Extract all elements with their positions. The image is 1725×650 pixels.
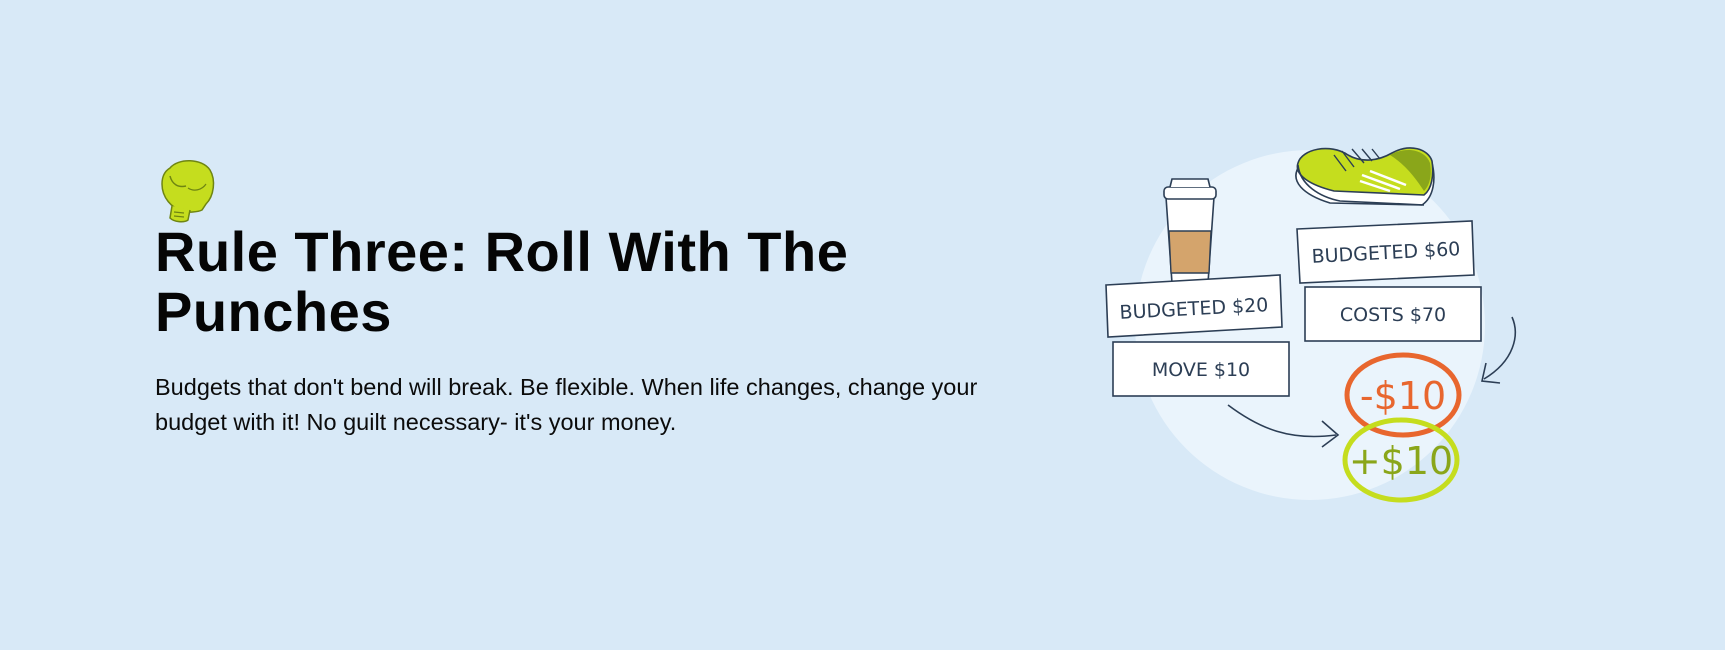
label-move-10: MOVE $10 bbox=[1112, 341, 1290, 397]
budget-illustration: BUDGETED $20 MOVE $10 BUDGETED $60 COSTS… bbox=[1105, 147, 1516, 503]
coffee-cup-icon bbox=[1163, 178, 1217, 287]
boxing-glove-icon bbox=[161, 160, 215, 223]
arrow-icon bbox=[1481, 316, 1516, 384]
page-title: Rule Three: Roll With The Punches bbox=[155, 220, 849, 343]
rule-description: Budgets that don't bend will break. Be f… bbox=[155, 374, 978, 435]
label-budgeted-20: BUDGETED $20 bbox=[1105, 274, 1283, 338]
label-costs-70: COSTS $70 bbox=[1304, 286, 1482, 342]
svg-text:COSTS $70: COSTS $70 bbox=[1340, 304, 1446, 326]
svg-text:+$10: +$10 bbox=[1349, 439, 1453, 483]
label-budgeted-60: BUDGETED $60 bbox=[1296, 220, 1475, 284]
svg-text:-$10: -$10 bbox=[1360, 374, 1446, 418]
sneaker-icon bbox=[1295, 147, 1435, 206]
svg-text:MOVE $10: MOVE $10 bbox=[1152, 359, 1250, 381]
